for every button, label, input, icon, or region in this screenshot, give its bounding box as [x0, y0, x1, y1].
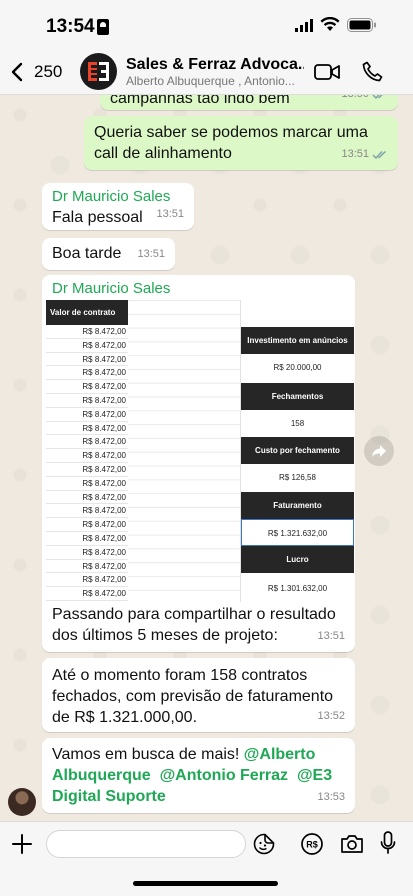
- revenue-header: Faturamento: [241, 492, 354, 519]
- message-time: 13:53: [317, 791, 345, 803]
- cost-per-closing-header: Custo por fechamento: [241, 437, 354, 464]
- camera-icon[interactable]: [340, 833, 364, 855]
- message-bubble-incoming[interactable]: Até o momento foram 158 contratos fechad…: [42, 658, 355, 732]
- message-text: Vamos em busca de mais!: [52, 746, 244, 763]
- message-text: Queria saber se podemos marcar uma call …: [94, 124, 368, 162]
- spreadsheet-image[interactable]: Valor de contrato R$ 8.472,00 R$ 8.472,00…: [46, 300, 354, 602]
- contract-value-cell: R$ 8.472,00: [46, 587, 128, 601]
- message-time: 13:50: [341, 95, 388, 105]
- contract-value-cell: R$ 8.472,00: [46, 394, 128, 408]
- contract-value-cell: R$ 8.472,00: [46, 491, 128, 505]
- sticker-icon[interactable]: [253, 833, 275, 855]
- message-text: campanhas tão indo bem: [110, 95, 290, 107]
- contract-value-cell: R$ 8.472,00: [46, 449, 128, 463]
- microphone-icon[interactable]: [380, 831, 396, 856]
- sender-name[interactable]: Dr Mauricio Sales: [52, 278, 345, 299]
- message-bubble-incoming[interactable]: Vamos em busca de mais! @Alberto Albuque…: [42, 738, 355, 813]
- e3-logo-icon: [88, 62, 109, 81]
- contract-value-cell: R$ 8.472,00: [46, 422, 128, 436]
- message-text: Boa tarde: [52, 245, 122, 262]
- contract-value-cell: R$ 8.472,00: [46, 353, 128, 367]
- wifi-icon: [320, 17, 340, 31]
- message-bubble-outgoing[interactable]: Queria saber se podemos marcar uma call …: [84, 116, 398, 170]
- contract-value-cell: R$ 8.472,00: [46, 532, 128, 546]
- mention-antonio[interactable]: @Antonio Ferraz: [160, 767, 289, 784]
- contract-value-cell: R$ 8.472,00: [46, 463, 128, 477]
- contract-value-header: Valor de contrato: [46, 300, 128, 325]
- status-time: 13:54: [46, 16, 95, 37]
- battery-icon: [347, 18, 376, 32]
- phone-call-icon[interactable]: [362, 61, 383, 82]
- message-caption: Passando para compartilhar o resultado d…: [52, 606, 336, 644]
- forward-arrow-icon: [372, 445, 386, 457]
- contract-value-cell: R$ 8.472,00: [46, 504, 128, 519]
- back-chevron-icon[interactable]: [10, 62, 24, 82]
- contract-value-cell: R$ 8.472,00: [46, 573, 128, 588]
- sender-avatar[interactable]: [8, 788, 36, 816]
- contract-value-cell: R$ 8.472,00: [46, 477, 128, 491]
- signal-icon: [295, 19, 313, 32]
- payment-icon[interactable]: R$: [300, 833, 324, 855]
- contract-value-cell: R$ 8.472,00: [46, 366, 128, 381]
- contract-value-cell: R$ 8.472,00: [46, 518, 128, 532]
- profit-value: R$ 1.301.632,00: [267, 584, 328, 593]
- message-input[interactable]: [46, 830, 246, 858]
- contract-value-cell: R$ 8.472,00: [46, 408, 128, 422]
- message-bubble-outgoing[interactable]: campanhas tão indo bem 13:50: [100, 95, 398, 110]
- home-indicator[interactable]: [133, 881, 278, 886]
- contract-value-cell: R$ 8.472,00: [46, 325, 128, 339]
- message-time: 13:52: [317, 710, 345, 722]
- contract-value-cell: R$ 8.472,00: [46, 560, 128, 574]
- group-avatar[interactable]: [80, 53, 117, 90]
- read-ticks-icon: [372, 95, 383, 99]
- plus-icon[interactable]: [11, 833, 33, 855]
- cost-per-closing-value: R$ 126,58: [279, 473, 316, 482]
- read-ticks-icon: [372, 150, 386, 159]
- message-bubble-incoming[interactable]: Dr Mauricio Sales Fala pessoal 13:51: [42, 183, 194, 230]
- message-text: Fala pessoal: [52, 209, 143, 226]
- closings-value: 158: [290, 419, 305, 428]
- revenue-value: R$ 1.321.632,00: [241, 519, 354, 546]
- video-call-icon[interactable]: [314, 63, 340, 81]
- id-badge-icon: [97, 19, 109, 35]
- chat-area[interactable]: campanhas tão indo bem 13:50 Queria sabe…: [0, 95, 413, 821]
- contact-name[interactable]: Sales & Ferraz Advoca...: [126, 56, 304, 74]
- contact-members[interactable]: Alberto Albuquerque , Antonio...: [126, 74, 301, 88]
- investment-header: Investimento em anúncios: [241, 327, 354, 354]
- profit-header: Lucro: [241, 546, 354, 573]
- back-unread-count[interactable]: 250: [34, 62, 62, 82]
- summary-column: Investimento em anúncios R$ 20.000,00 Fe…: [240, 300, 354, 602]
- message-time: 13:51: [317, 630, 345, 642]
- forward-button[interactable]: [364, 436, 394, 466]
- message-time: 13:51: [137, 248, 165, 260]
- contract-value-cell: R$ 8.472,00: [46, 546, 128, 560]
- message-time: 13:51: [341, 144, 388, 165]
- closings-header: Fechamentos: [241, 383, 354, 410]
- message-text: Até o momento foram 158 contratos fechad…: [52, 667, 334, 726]
- investment-value: R$ 20.000,00: [273, 363, 322, 372]
- chat-header: 250 Sales & Ferraz Advoca... Alberto Alb…: [0, 50, 413, 95]
- status-bar: 13:54: [0, 0, 413, 50]
- contract-value-cell: R$ 8.472,00: [46, 339, 128, 353]
- message-time: 13:51: [156, 208, 184, 220]
- contract-value-column: Valor de contrato R$ 8.472,00 R$ 8.472,00…: [46, 300, 128, 601]
- grid-lines: [128, 300, 240, 602]
- contract-value-cell: R$ 8.472,00: [46, 435, 128, 450]
- message-bubble-incoming[interactable]: Boa tarde 13:51: [42, 238, 175, 270]
- contract-value-cell: R$ 8.472,00: [46, 380, 128, 394]
- svg-text:R$: R$: [306, 840, 318, 850]
